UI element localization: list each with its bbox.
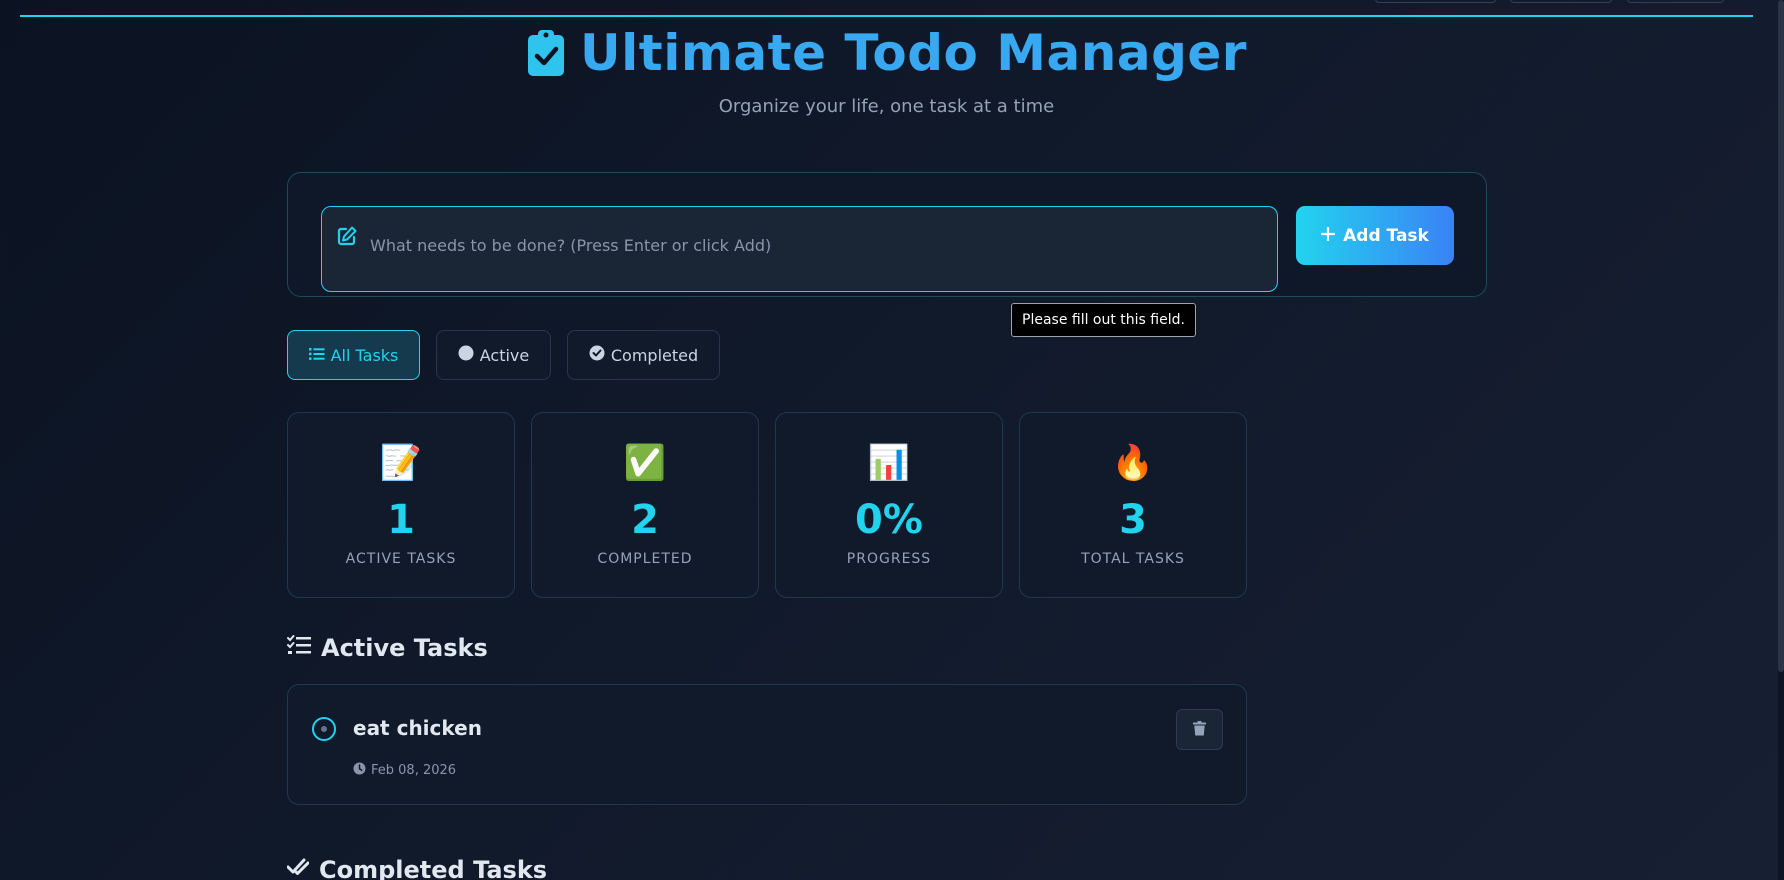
toolbar-button-2[interactable] xyxy=(1510,0,1612,3)
task-date-text: Feb 08, 2026 xyxy=(371,763,457,778)
clock-icon xyxy=(353,762,366,779)
stat-active-tasks: 📝 1 ACTIVE TASKS xyxy=(287,412,515,598)
stat-completed: ✅ 2 COMPLETED xyxy=(531,412,759,598)
filter-all-label: All Tasks xyxy=(330,345,399,365)
completed-tasks-title: Completed Tasks xyxy=(319,856,548,880)
stat-value: 3 xyxy=(1119,497,1147,543)
list-check-icon xyxy=(287,634,311,662)
top-toolbar xyxy=(20,0,1753,17)
filter-active-label: Active xyxy=(479,345,530,365)
add-task-label: Add Task xyxy=(1343,225,1429,246)
add-task-card: Add Task xyxy=(287,172,1487,297)
toolbar-button-1[interactable] xyxy=(1375,0,1496,3)
active-tasks-title: Active Tasks xyxy=(321,634,488,662)
stat-value: 0% xyxy=(855,497,923,543)
page-title: Ultimate Todo Manager xyxy=(580,24,1247,82)
scrollbar-track[interactable] xyxy=(1778,0,1784,880)
task-input[interactable] xyxy=(370,225,1250,265)
circle-icon xyxy=(458,345,474,365)
task-toggle-checkbox[interactable] xyxy=(312,717,336,741)
task-date: Feb 08, 2026 xyxy=(353,762,456,779)
stat-label: PROGRESS xyxy=(846,551,932,567)
task-input-wrapper[interactable] xyxy=(321,206,1278,292)
filter-active[interactable]: Active xyxy=(436,330,551,380)
edit-icon xyxy=(336,225,358,251)
page-header: Ultimate Todo Manager Organize your life… xyxy=(0,24,1773,117)
check-circle-icon xyxy=(589,345,605,365)
active-tasks-heading: Active Tasks xyxy=(287,634,488,662)
memo-icon: 📝 xyxy=(379,443,423,483)
stat-progress: 📊 0% PROGRESS xyxy=(775,412,1003,598)
add-task-button[interactable]: Add Task xyxy=(1296,206,1454,265)
stat-label: TOTAL TASKS xyxy=(1081,551,1185,567)
stat-value: 1 xyxy=(387,497,415,543)
task-item: eat chicken Feb 08, 2026 xyxy=(287,684,1247,805)
filter-completed[interactable]: Completed xyxy=(567,330,720,380)
check-mark-icon: ✅ xyxy=(623,443,667,483)
fire-icon: 🔥 xyxy=(1111,443,1155,483)
scrollbar-thumb[interactable] xyxy=(1778,0,1784,672)
stat-value: 2 xyxy=(631,497,659,543)
stat-total-tasks: 🔥 3 TOTAL TASKS xyxy=(1019,412,1247,598)
toolbar-button-3[interactable] xyxy=(1627,0,1724,3)
trash-icon xyxy=(1193,720,1206,739)
completed-tasks-heading: Completed Tasks xyxy=(286,856,548,880)
task-title: eat chicken xyxy=(353,716,482,740)
delete-task-button[interactable] xyxy=(1176,709,1223,750)
filter-all-tasks[interactable]: All Tasks xyxy=(287,330,420,380)
double-check-icon xyxy=(286,856,310,880)
stat-label: COMPLETED xyxy=(597,551,693,567)
filter-completed-label: Completed xyxy=(610,345,699,365)
list-icon xyxy=(308,346,325,365)
bar-chart-icon: 📊 xyxy=(867,443,911,483)
clipboard-check-icon xyxy=(526,28,566,78)
page-subtitle: Organize your life, one task at a time xyxy=(718,96,1055,117)
validation-tooltip: Please fill out this field. xyxy=(1011,303,1196,337)
plus-icon xyxy=(1321,226,1336,246)
stat-label: ACTIVE TASKS xyxy=(345,551,457,567)
